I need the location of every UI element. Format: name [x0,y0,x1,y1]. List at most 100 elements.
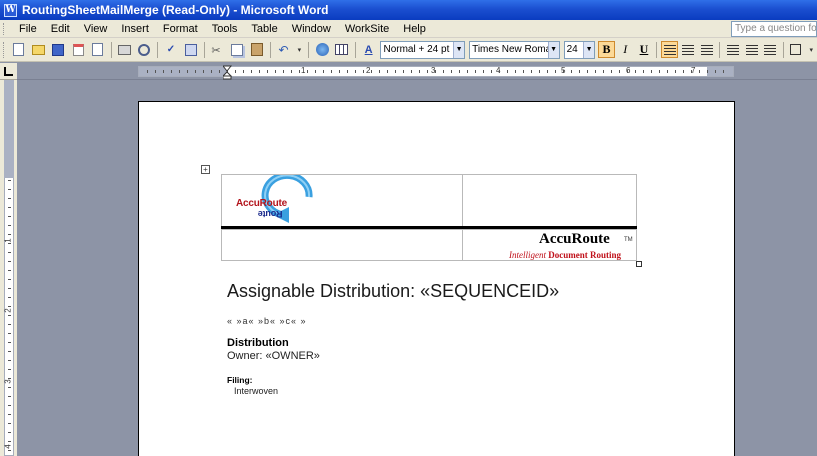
numbered-list-icon [726,44,739,55]
menu-help[interactable]: Help [396,23,433,35]
ruler-tick [211,70,212,73]
word-app-icon[interactable]: W [4,3,17,17]
open-button[interactable] [31,42,47,58]
menu-insert[interactable]: Insert [114,23,156,35]
help-question-input[interactable]: Type a question fo [731,21,817,37]
ruler-tick [507,70,508,73]
tagline-bold: Document Routing [548,250,622,260]
distribution-label[interactable]: Distribution [227,337,289,349]
ruler-tick [563,70,564,73]
vertical-ruler[interactable]: 1 2 3 4 [0,80,17,456]
toolbar-separator [719,41,721,58]
ruler-number: 2 [366,66,371,75]
menubar-grip[interactable] [3,22,6,35]
merge-field-codes[interactable]: « »a« »b« »c« » [227,316,307,326]
tables-borders-button[interactable] [334,42,350,58]
print-button[interactable] [117,42,133,58]
chevron-down-icon[interactable]: ▼ [453,41,465,58]
menu-view[interactable]: View [77,23,115,35]
paste-button[interactable] [249,42,265,58]
insert-hyperlink-button[interactable] [314,42,330,58]
underline-button[interactable]: U [636,41,653,58]
borders-button[interactable] [788,41,805,58]
style-combo[interactable]: Normal + 24 pt ▼ [380,40,466,59]
toolbar-separator [308,41,310,58]
menu-worksite[interactable]: WorkSite [338,23,396,35]
toolbar-separator [354,41,356,58]
ruler-tick [691,70,692,73]
new-document-icon [13,43,25,56]
ruler-tick [491,70,492,73]
ruler-tick [8,216,11,217]
ruler-tick [203,70,204,73]
permission-button[interactable] [70,42,86,58]
new-document-button[interactable] [11,42,27,58]
ruler-tick [8,378,11,379]
ruler-tick [411,70,412,73]
numbering-button[interactable] [724,41,741,58]
align-center-button[interactable] [680,41,697,58]
align-left-button[interactable] [661,41,679,58]
indent-marker[interactable] [223,63,232,80]
align-right-icon [701,44,714,55]
ruler-tick [307,70,308,73]
tab-selector[interactable] [0,63,17,80]
filing-label[interactable]: Filing: [227,375,253,385]
ruler-tick [291,70,292,73]
ruler-tick [187,70,188,73]
ruler-tick [8,414,11,415]
ruler-tick [8,360,11,361]
ruler-tick [635,70,636,73]
menu-tools[interactable]: Tools [205,23,245,35]
align-right-button[interactable] [699,41,716,58]
menu-file[interactable]: File [12,23,44,35]
chevron-down-icon[interactable]: ▼ [547,41,559,58]
menu-format[interactable]: Format [156,23,205,35]
brand-name: AccuRoute [539,231,610,247]
cut-button[interactable]: ✂ [210,42,226,58]
menu-table[interactable]: Table [244,23,284,35]
table-resize-handle[interactable] [636,261,642,267]
owner-line[interactable]: Owner: «OWNER» [227,350,320,362]
ruler-tick [595,70,596,73]
research-button[interactable] [183,42,199,58]
indent-button[interactable] [762,41,779,58]
chevron-down-icon[interactable]: ▼ [583,41,595,58]
menu-edit[interactable]: Edit [44,23,77,35]
filing-value[interactable]: Interwoven [234,386,278,396]
ruler-tick [8,279,11,280]
italic-button[interactable]: I [617,41,634,58]
save-button[interactable] [50,42,66,58]
table-move-handle[interactable]: + [201,165,210,174]
undo-dropdown[interactable]: ▾ [295,42,303,58]
ruler-number: 2 [3,308,13,313]
ruler-tick [371,70,372,73]
table-cell-empty[interactable] [221,229,463,261]
ruler-tick [8,441,11,442]
styles-formatting-button[interactable]: A [361,42,377,58]
spelling-button[interactable]: ✓ [163,42,179,58]
ruler-tick [683,70,684,73]
menu-window[interactable]: Window [285,23,338,35]
bullets-button[interactable] [743,41,760,58]
ruler-tick [8,288,11,289]
ruler-tick [427,70,428,73]
undo-button[interactable]: ↶ [276,42,292,58]
ruler-tick [475,70,476,73]
ruler-tick [523,70,524,73]
borders-dropdown[interactable]: ▾ [807,42,815,58]
font-size-combo[interactable]: 24 ▼ [563,40,596,59]
toolbar-grip[interactable] [3,41,6,58]
toolbar-separator [110,41,112,58]
ruler-tick [8,369,11,370]
ruler-tick [179,70,180,73]
bold-button[interactable]: B [598,41,615,58]
table-cell-empty[interactable] [462,174,637,228]
print-preview-button[interactable] [136,42,152,58]
copy-button[interactable] [229,42,245,58]
email-button[interactable] [90,42,106,58]
ruler-tick [8,306,11,307]
font-combo[interactable]: Times New Roman ▼ [469,40,560,59]
document-page[interactable] [138,101,735,456]
document-heading[interactable]: Assignable Distribution: «SEQUENCEID» [227,281,559,302]
